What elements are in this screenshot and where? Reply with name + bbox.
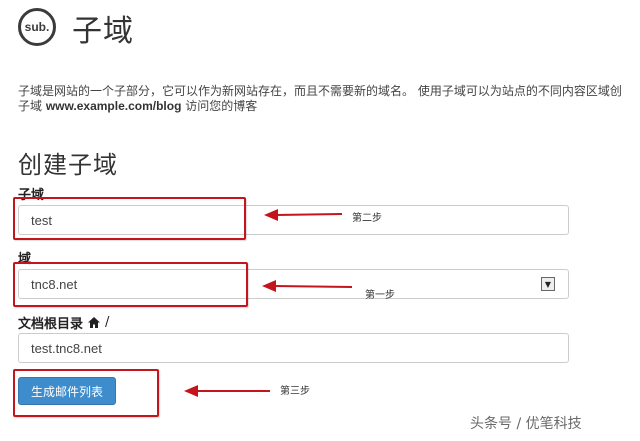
dropdown-arrow-icon[interactable]: ▼ [541, 277, 555, 291]
arrow-left-icon [184, 385, 270, 397]
docroot-label-row: 文档根目录 / [18, 313, 109, 332]
step-label-3: 第三步 [280, 386, 310, 397]
example-url: www.example.com/blog [45, 99, 182, 113]
docroot-input-value: test.tnc8.net [31, 340, 102, 356]
description-prefix: 子域 [18, 99, 43, 113]
docroot-label: 文档根目录 [18, 317, 84, 332]
docroot-slash: / [105, 315, 110, 330]
description-suffix: 访问您的博客 [185, 99, 258, 113]
section-title: 创建子域 [18, 151, 118, 179]
highlight-box-domain [13, 262, 248, 307]
description-line-2: 子域 www.example.com/blog 访问您的博客 [18, 97, 257, 114]
step-label-2: 第二步 [352, 213, 382, 224]
docroot-input[interactable]: test.tnc8.net [18, 333, 569, 363]
home-icon [88, 317, 101, 328]
highlight-box-button [13, 369, 159, 417]
step-label-1: 第一步 [365, 290, 395, 301]
watermark: 头条号 / 优笔科技 [470, 416, 582, 432]
arrow-left-icon [264, 209, 343, 221]
subdomain-logo-icon: sub. [18, 8, 56, 46]
logo-text: sub. [24, 20, 50, 34]
page-title: 子域 [72, 14, 134, 49]
arrow-left-icon [262, 280, 353, 292]
highlight-box-subdomain [13, 197, 246, 240]
